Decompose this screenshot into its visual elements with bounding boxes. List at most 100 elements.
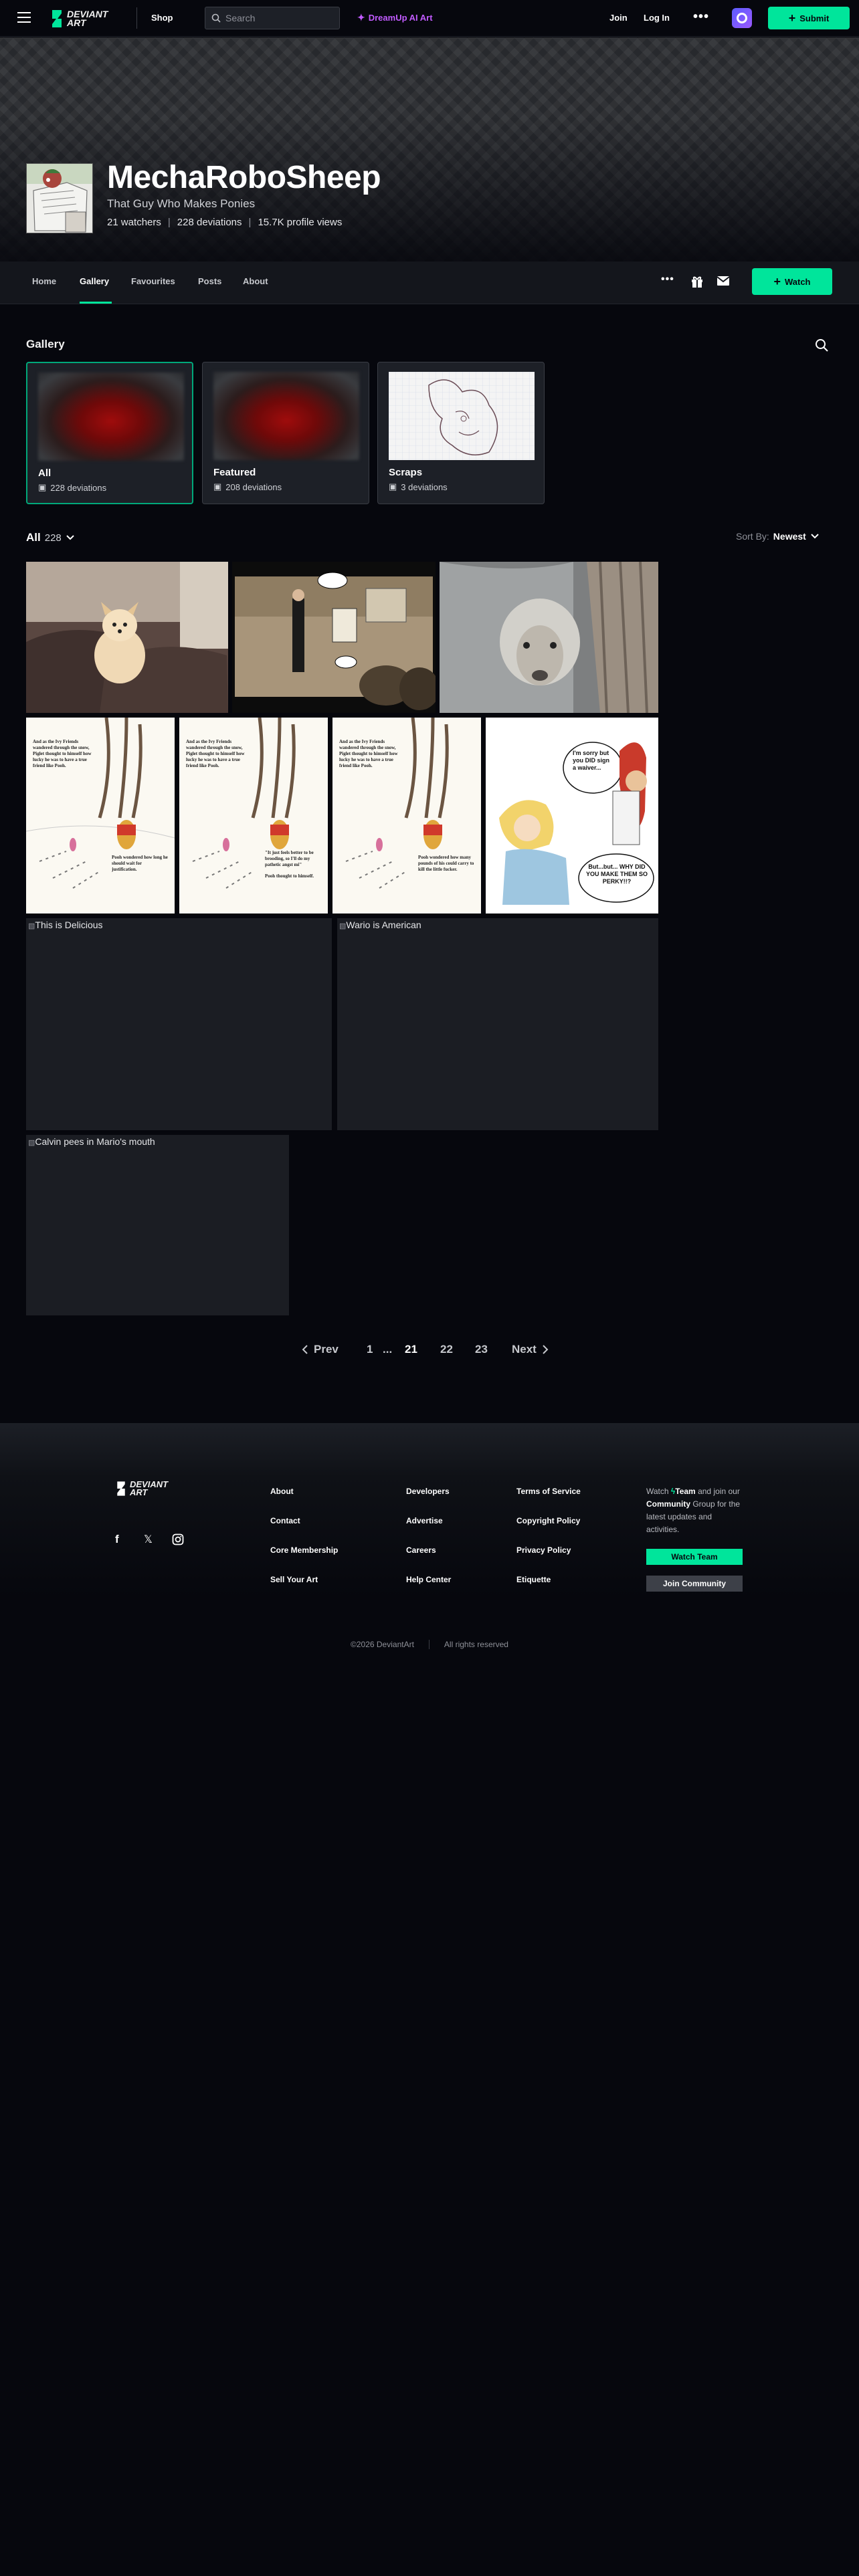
folder-all[interactable]: All ▣ 228 deviations <box>26 362 193 504</box>
watchers-count[interactable]: 21 watchers <box>107 217 161 228</box>
tab-home[interactable]: Home <box>32 276 56 286</box>
footer-link-advertise[interactable]: Advertise <box>406 1516 443 1525</box>
broken-image[interactable]: ▧Wario is American <box>337 918 658 1130</box>
image-broken-icon: ▧ <box>28 1139 35 1147</box>
folder-featured[interactable]: Featured ▣ 208 deviations <box>202 362 369 504</box>
sort-dropdown[interactable]: Sort By: Newest <box>736 531 820 542</box>
profile-stats: 21 watchers | 228 deviations | 15.7K profile… <box>107 217 343 228</box>
footer-link-about[interactable]: About <box>270 1487 294 1496</box>
core-badge-icon[interactable] <box>732 8 752 28</box>
gift-icon[interactable] <box>690 275 704 288</box>
image-broken-icon: ▧ <box>339 922 347 930</box>
image-icon: ▣ <box>389 481 397 492</box>
footer <box>0 1423 859 2576</box>
sheep-photo <box>440 562 658 713</box>
folder-scraps[interactable]: Scraps ▣ 3 deviations <box>377 362 545 504</box>
footer-link-privacy-policy[interactable]: Privacy Policy <box>516 1545 571 1555</box>
search-input[interactable] <box>225 7 336 29</box>
promo-community[interactable]: Community <box>646 1499 690 1509</box>
chevron-left-icon <box>302 1345 308 1354</box>
deviation-thumbnail[interactable] <box>26 562 228 713</box>
active-tab-indicator <box>80 302 112 304</box>
image-icon: ▣ <box>213 481 222 492</box>
top-navigation-bar: DEVIANT ART Shop ✦ DreamUp AI Art Join L… <box>0 0 859 37</box>
broken-image[interactable]: ▧Calvin pees in Mario's mouth <box>26 1135 289 1315</box>
page-22[interactable]: 22 <box>440 1343 453 1356</box>
join-link[interactable]: Join <box>609 13 628 23</box>
folder-count-label: 228 deviations <box>50 482 107 493</box>
folder-count-label: 208 deviations <box>225 481 282 492</box>
deviation-thumbnail[interactable]: I'm sorry but you DID sign a waiver... B… <box>486 718 658 914</box>
folder-filter[interactable]: All 228 <box>26 531 75 544</box>
deviantart-logo-icon <box>117 1481 125 1496</box>
dreamup-link[interactable]: ✦ DreamUp AI Art <box>357 12 433 23</box>
footer-link-core-membership[interactable]: Core Membership <box>270 1545 338 1555</box>
deviation-thumbnail[interactable]: And as the Ivy Friends wandered through … <box>332 718 481 914</box>
tab-about[interactable]: About <box>243 276 268 286</box>
login-link[interactable]: Log In <box>644 13 670 23</box>
page-23[interactable]: 23 <box>475 1343 488 1356</box>
join-community-button[interactable]: Join Community <box>646 1576 743 1592</box>
folder-count: ▣ 208 deviations <box>213 481 282 492</box>
deviations-count: 228 deviations <box>177 217 242 228</box>
facebook-icon[interactable]: f <box>115 1533 119 1546</box>
logo-text-line2: ART <box>67 17 86 28</box>
shop-link[interactable]: Shop <box>151 13 173 23</box>
image-alt-text: This is Delicious <box>35 920 103 930</box>
footer-link-sell-your-art[interactable]: Sell Your Art <box>270 1575 318 1584</box>
x-twitter-icon[interactable]: 𝕏 <box>144 1533 153 1546</box>
footer-link-etiquette[interactable]: Etiquette <box>516 1575 551 1584</box>
prev-page-button[interactable]: Prev <box>302 1343 339 1356</box>
image-alt-text: Wario is American <box>346 920 421 930</box>
instagram-icon[interactable] <box>172 1533 184 1545</box>
more-options-icon[interactable]: ••• <box>693 9 709 25</box>
plus-icon: + <box>788 11 796 25</box>
comic-caption: Pooh wondered how many pounds of his cou… <box>418 855 474 872</box>
footer-link-terms[interactable]: Terms of Service <box>516 1487 581 1496</box>
submit-button[interactable]: + Submit <box>768 7 850 29</box>
search-icon[interactable] <box>815 338 828 352</box>
next-page-button[interactable]: Next <box>512 1343 549 1356</box>
speech-bubble-text: But...but... WHY DID YOU MAKE THEM SO PE… <box>586 863 648 885</box>
prev-label: Prev <box>314 1343 339 1356</box>
footer-logo[interactable]: DEVIANT ART <box>115 1480 168 1497</box>
copyright-text: ©2026 DeviantArt <box>351 1640 414 1649</box>
avatar[interactable] <box>26 163 93 233</box>
deviation-thumbnail[interactable] <box>232 562 436 713</box>
footer-link-help-center[interactable]: Help Center <box>406 1575 451 1584</box>
promo-team[interactable]: Team <box>675 1487 695 1496</box>
mail-icon[interactable] <box>717 276 730 286</box>
community-promo: Watch ϟTeam and join our Community Group… <box>646 1485 745 1536</box>
menu-icon[interactable] <box>17 12 31 23</box>
footer-link-developers[interactable]: Developers <box>406 1487 450 1496</box>
footer-link-careers[interactable]: Careers <box>406 1545 436 1555</box>
image-icon: ▣ <box>38 482 47 492</box>
views-count: 15.7K profile views <box>258 217 343 228</box>
divider <box>136 7 137 29</box>
tab-gallery[interactable]: Gallery <box>80 276 109 286</box>
more-options-icon[interactable]: ••• <box>661 274 674 286</box>
submit-label: Submit <box>799 13 830 23</box>
tab-favourites[interactable]: Favourites <box>131 276 175 286</box>
deviantart-logo[interactable]: DEVIANT ART <box>50 7 108 30</box>
watch-button[interactable]: + Watch <box>752 268 832 295</box>
footer-link-contact[interactable]: Contact <box>270 1516 300 1525</box>
footer-link-copyright-policy[interactable]: Copyright Policy <box>516 1516 580 1525</box>
chevron-down-icon <box>811 534 819 539</box>
chevron-down-icon <box>66 535 74 540</box>
tagline: That Guy Who Makes Ponies <box>107 197 256 210</box>
deviation-thumbnail[interactable] <box>440 562 658 713</box>
deviation-thumbnail[interactable]: And as the Ivy Friends wandered through … <box>179 718 328 914</box>
tab-posts[interactable]: Posts <box>198 276 221 286</box>
search-box[interactable] <box>205 7 340 29</box>
folder-thumbnail <box>389 372 535 460</box>
username: MechaRoboSheep <box>107 160 381 195</box>
search-icon <box>211 13 221 23</box>
deviation-thumbnail[interactable]: And as the Ivy Friends wandered through … <box>26 718 175 914</box>
comic-caption: And as the Ivy Friends wandered through … <box>339 739 398 768</box>
page-1[interactable]: 1 <box>367 1343 373 1356</box>
broken-image[interactable]: ▧This is Delicious <box>26 918 332 1130</box>
watch-team-button[interactable]: Watch Team <box>646 1549 743 1565</box>
image-broken-icon: ▧ <box>28 922 35 930</box>
logo-text-line2: ART <box>130 1487 148 1497</box>
